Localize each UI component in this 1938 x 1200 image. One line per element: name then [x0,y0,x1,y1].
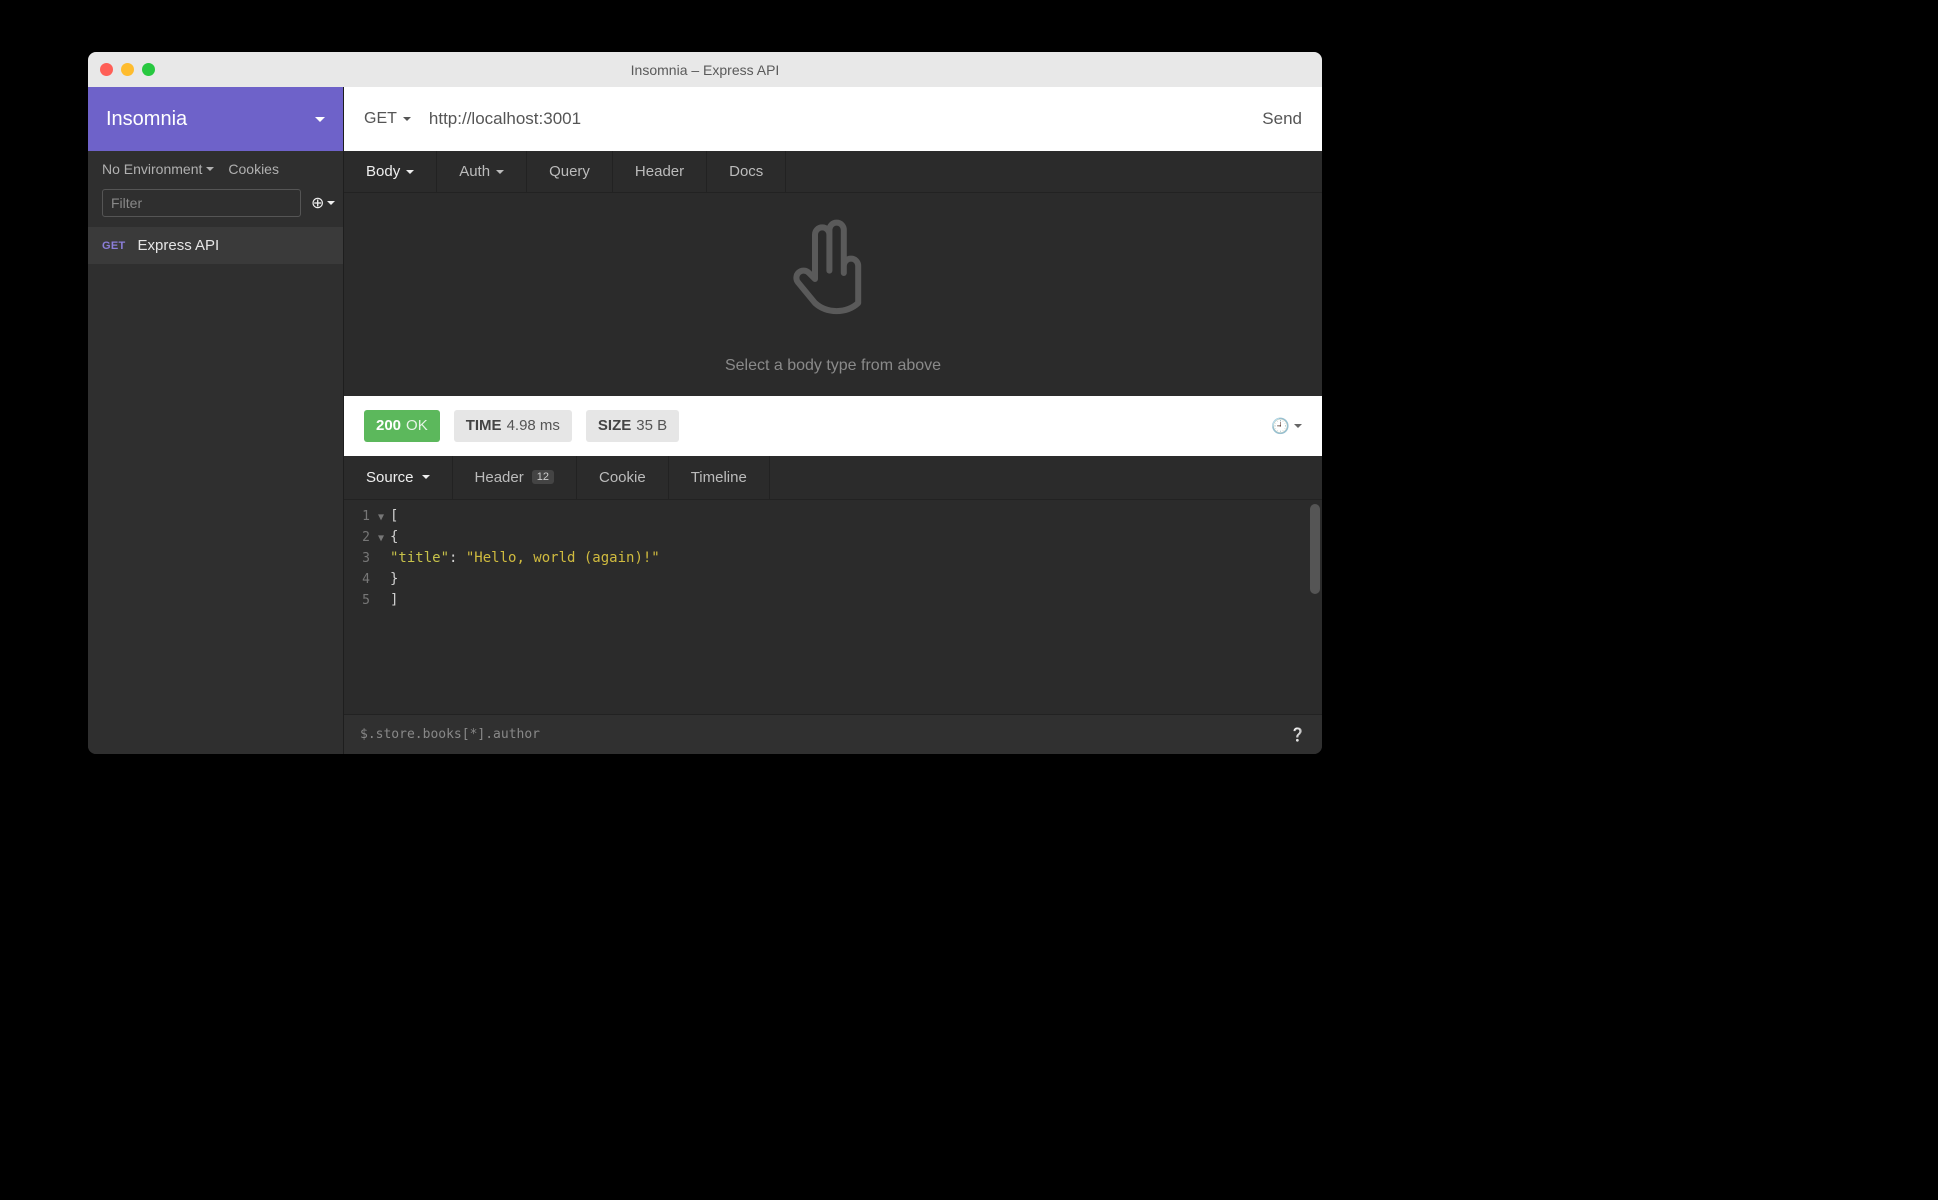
scrollbar-thumb[interactable] [1310,504,1320,594]
line-number: 5 [344,591,376,611]
chevron-down-icon [403,117,411,121]
help-icon[interactable]: ❔ [1290,727,1306,743]
response-status-bar: 200 OK TIME 4.98 ms SIZE 35 B 🕘 [344,396,1322,456]
request-list-item[interactable]: GET Express API [88,227,343,264]
method-label: GET [364,110,397,128]
status-code-pill: 200 OK [364,410,440,442]
window-title: Insomnia – Express API [88,62,1322,78]
header-count-badge: 12 [532,470,554,484]
tab-auth-label: Auth [459,163,490,180]
tab-source[interactable]: Source [344,456,453,499]
method-dropdown[interactable]: GET [364,110,411,128]
zoom-window-button[interactable] [142,63,155,76]
tab-source-label: Source [366,469,414,486]
sidebar: Insomnia No Environment Cookies ⊕ GET [88,87,344,754]
response-tabs: Source Header 12 Cookie Timeline [344,456,1322,500]
response-history-dropdown[interactable]: 🕘 [1271,417,1302,435]
request-tabs: Body Auth Query Header Docs [344,151,1322,193]
jsonpath-input[interactable]: $.store.books[*].author [360,727,540,742]
workspace-dropdown[interactable]: Insomnia [88,87,343,151]
status-text: OK [406,417,428,434]
minimize-window-button[interactable] [121,63,134,76]
code-line: 2▼ { [344,527,1322,548]
titlebar: Insomnia – Express API [88,52,1322,87]
tab-body[interactable]: Body [344,151,437,192]
code-content: { [390,527,398,548]
tab-body-label: Body [366,163,400,180]
time-pill: TIME 4.98 ms [454,410,572,442]
tab-query[interactable]: Query [527,151,613,192]
chevron-down-icon [315,117,325,122]
code-line: 4 } [344,569,1322,590]
size-pill: SIZE 35 B [586,410,679,442]
line-number: 4 [344,570,376,590]
plus-icon: ⊕ [311,193,324,213]
code-line: 5] [344,590,1322,611]
add-request-button[interactable]: ⊕ [311,193,335,213]
chevron-down-icon [1294,424,1302,428]
tab-auth[interactable]: Auth [437,151,527,192]
request-body-empty: Select a body type from above [344,193,1322,396]
size-label: SIZE [598,417,631,434]
close-window-button[interactable] [100,63,113,76]
code-content: [ [390,506,398,527]
status-code: 200 [376,417,401,434]
line-number: 2 [344,528,376,548]
fold-toggle-icon[interactable]: ▼ [376,510,390,525]
request-name-label: Express API [138,237,220,254]
response-body-viewer[interactable]: 1▼[2▼ {3 "title": "Hello, world (again)!… [344,500,1322,715]
time-value: 4.98 ms [507,417,560,434]
tab-docs[interactable]: Docs [707,151,786,192]
chevron-down-icon [406,170,414,174]
time-label: TIME [466,417,502,434]
code-content: "title": "Hello, world (again)!" [390,548,660,569]
chevron-down-icon [422,475,430,479]
tab-cookie[interactable]: Cookie [577,456,669,499]
cookies-button[interactable]: Cookies [228,161,279,177]
app-name-label: Insomnia [106,108,187,131]
chevron-down-icon [327,201,335,205]
main-panel: GET Send Body Auth Query Header Docs [344,87,1322,754]
chevron-down-icon [206,167,214,171]
environment-label: No Environment [102,161,202,177]
code-content: } [390,569,398,590]
request-method-label: GET [102,240,126,252]
clock-icon: 🕘 [1271,417,1290,435]
environment-dropdown[interactable]: No Environment [102,161,214,177]
tab-response-header[interactable]: Header 12 [453,456,577,499]
url-input[interactable] [429,109,1244,129]
jsonpath-filter-bar: $.store.books[*].author ❔ [344,714,1322,754]
code-content: ] [390,590,398,611]
code-line: 1▼[ [344,506,1322,527]
empty-body-message: Select a body type from above [725,357,941,375]
fold-toggle-icon[interactable]: ▼ [376,531,390,546]
url-bar: GET Send [344,87,1322,151]
filter-input[interactable] [102,189,301,217]
code-line: 3 "title": "Hello, world (again)!" [344,548,1322,569]
chevron-down-icon [496,170,504,174]
peace-hand-icon [773,213,893,333]
line-number: 3 [344,549,376,569]
send-button[interactable]: Send [1262,109,1302,129]
window-controls [100,63,155,76]
tab-timeline[interactable]: Timeline [669,456,770,499]
line-number: 1 [344,507,376,527]
app-window: Insomnia – Express API Insomnia No Envir… [88,52,1322,754]
tab-header[interactable]: Header [613,151,707,192]
tab-response-header-label: Header [475,469,524,486]
size-value: 35 B [636,417,667,434]
